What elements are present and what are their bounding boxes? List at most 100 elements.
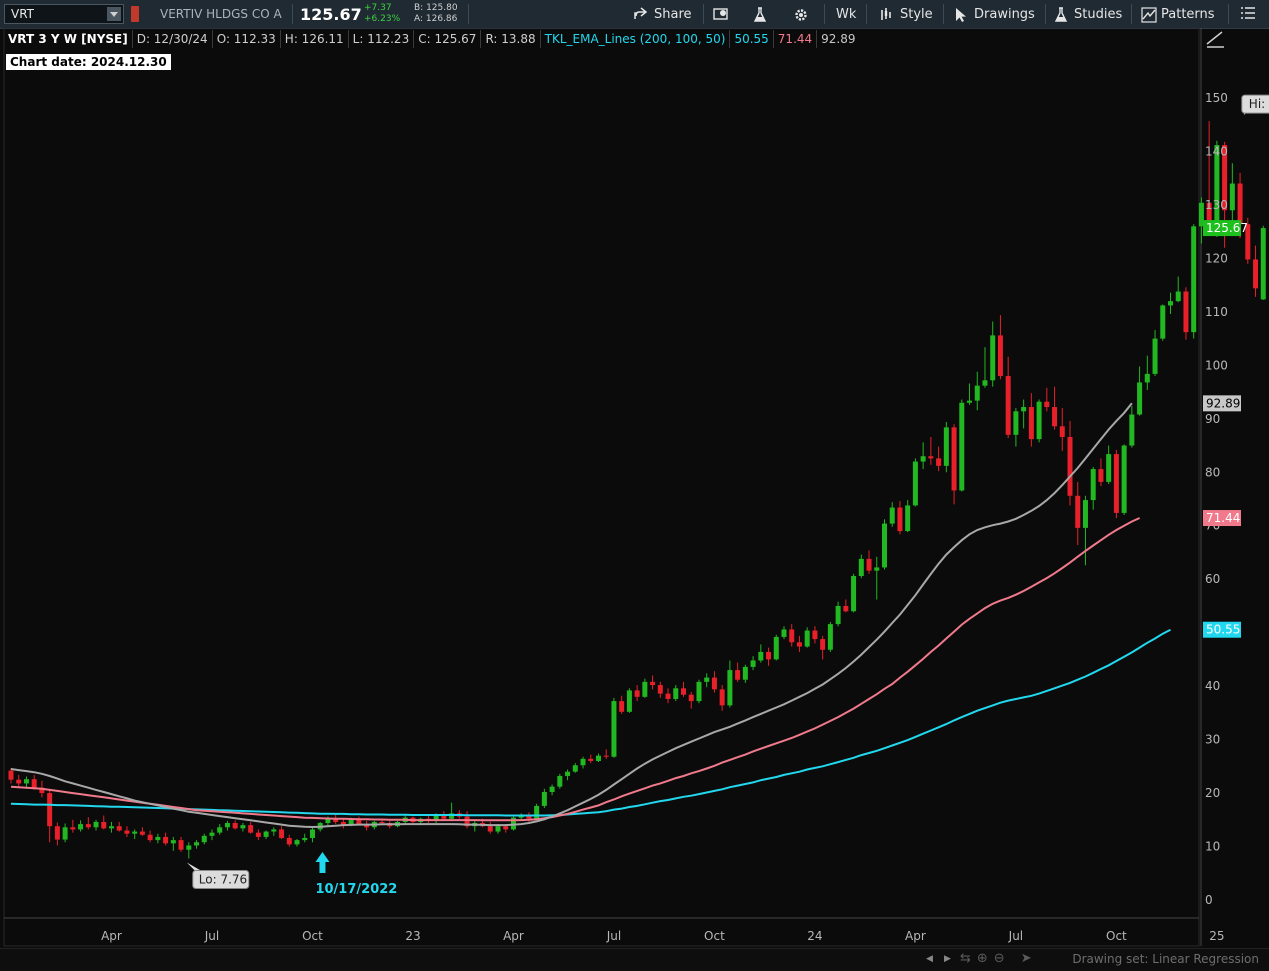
patterns-icon	[1141, 7, 1157, 23]
y-tick-label: 80	[1205, 465, 1220, 479]
arrow-date-label: 10/17/2022	[315, 882, 397, 897]
drawing-set-label[interactable]: Drawing set: Linear Regression	[1072, 952, 1259, 966]
lo-label: Lo: 7.76	[199, 873, 247, 887]
ema100-line	[10, 517, 1141, 822]
menu-list-icon	[1241, 7, 1255, 21]
share-icon	[634, 7, 648, 21]
candle-body	[309, 829, 315, 838]
studies-menu[interactable]: Studies	[1054, 0, 1122, 28]
candle-body	[487, 826, 493, 832]
x-tick-label: Apr	[503, 929, 524, 943]
candle-body	[665, 693, 671, 699]
candle	[1067, 420, 1073, 506]
share-button[interactable]: Share	[634, 0, 692, 28]
candle	[967, 383, 973, 405]
hi-label: Hi: 145.67	[1249, 97, 1269, 111]
chart-settings-icon	[713, 7, 728, 21]
candle-body	[642, 681, 648, 697]
period-label: Wk	[836, 6, 857, 22]
candle	[696, 679, 702, 704]
zoom-tools[interactable]: ⇆⊕⊖ ➤	[960, 951, 1038, 966]
candle-body	[1144, 373, 1150, 383]
candle	[240, 823, 246, 832]
studies-flask-icon	[1054, 7, 1068, 22]
chart-settings-button[interactable]	[713, 0, 733, 28]
x-tick-label: Apr	[905, 929, 926, 943]
candle	[735, 662, 741, 682]
drawings-menu[interactable]: Drawings	[954, 0, 1035, 28]
candle-body	[139, 831, 145, 835]
candle-body	[704, 677, 710, 682]
ema100-badge-text: 71.44	[1206, 511, 1240, 525]
candle	[47, 788, 53, 843]
candle-body	[78, 824, 84, 830]
menu-button[interactable]	[1241, 0, 1261, 28]
candle	[93, 819, 99, 831]
candle-body	[178, 840, 184, 850]
price-chart[interactable]: 010203040506070809010011012013014015092.…	[0, 28, 1269, 948]
scroll-right-icon[interactable]: ▶	[944, 954, 951, 964]
candle-body	[1229, 183, 1235, 211]
candle-body	[912, 461, 918, 506]
candle	[263, 830, 269, 840]
candle-body	[727, 670, 733, 706]
flask-button[interactable]	[753, 0, 773, 28]
candle	[1121, 444, 1127, 516]
candle	[1098, 458, 1104, 487]
candle-body	[997, 335, 1003, 377]
candle	[178, 836, 184, 852]
bottom-strip: ◀ ▶ ⇆⊕⊖ ➤ Drawing set: Linear Regression	[0, 948, 1269, 971]
autoscale-icon[interactable]	[1206, 31, 1224, 48]
candle-body	[673, 688, 679, 699]
gear-button[interactable]	[793, 0, 813, 28]
candle	[789, 624, 795, 647]
candle	[1036, 399, 1042, 443]
symbol-input[interactable]: VRT	[4, 4, 124, 24]
candle	[1144, 355, 1150, 390]
candle-body	[1090, 469, 1096, 501]
candle-body	[1098, 469, 1104, 482]
candle	[8, 767, 14, 784]
candle	[155, 833, 161, 844]
candle-body	[186, 845, 192, 850]
patterns-menu[interactable]: Patterns	[1141, 0, 1215, 28]
candle-body	[959, 402, 965, 491]
candle-body	[70, 827, 76, 830]
time-axis[interactable]: Apr Jul Oct 23 Apr Jul Oct 24 Apr Jul Oct 25	[101, 929, 1224, 943]
scroll-left-icon[interactable]: ◀	[926, 954, 933, 964]
net-change: +7.37	[364, 3, 392, 13]
style-menu[interactable]: Style	[880, 0, 933, 28]
candle-body	[974, 385, 980, 401]
y-tick-label: 140	[1205, 144, 1228, 158]
link-color-icon[interactable]	[131, 6, 139, 22]
candle	[1052, 386, 1058, 430]
candle	[232, 820, 238, 830]
candle-body	[255, 832, 261, 837]
candle-body	[248, 825, 254, 833]
candle-body	[1253, 259, 1259, 289]
candle	[1044, 387, 1050, 412]
candle-body	[1129, 414, 1135, 446]
candle-body	[31, 779, 37, 788]
last-price-badge-text: 125.67	[1206, 221, 1248, 235]
company-name: VERTIV HLDGS CO A	[160, 7, 282, 21]
candle-body	[209, 832, 215, 836]
candle	[758, 644, 764, 663]
candle	[340, 818, 346, 829]
candle	[147, 830, 153, 843]
candle	[580, 756, 586, 769]
candle-body	[170, 840, 176, 844]
divider	[866, 4, 867, 24]
candle	[781, 626, 787, 640]
chevron-down-icon[interactable]	[107, 7, 121, 21]
flask-icon	[753, 7, 767, 22]
aggregation-period-selector[interactable]: Wk	[836, 0, 856, 28]
candle-body	[820, 639, 826, 650]
candle	[565, 769, 571, 781]
candle	[1106, 445, 1112, 485]
candle-body	[595, 755, 601, 761]
symbol-text: VRT	[11, 7, 35, 21]
divider	[292, 4, 293, 24]
candle-body	[1036, 401, 1042, 440]
patterns-label: Patterns	[1161, 6, 1215, 22]
